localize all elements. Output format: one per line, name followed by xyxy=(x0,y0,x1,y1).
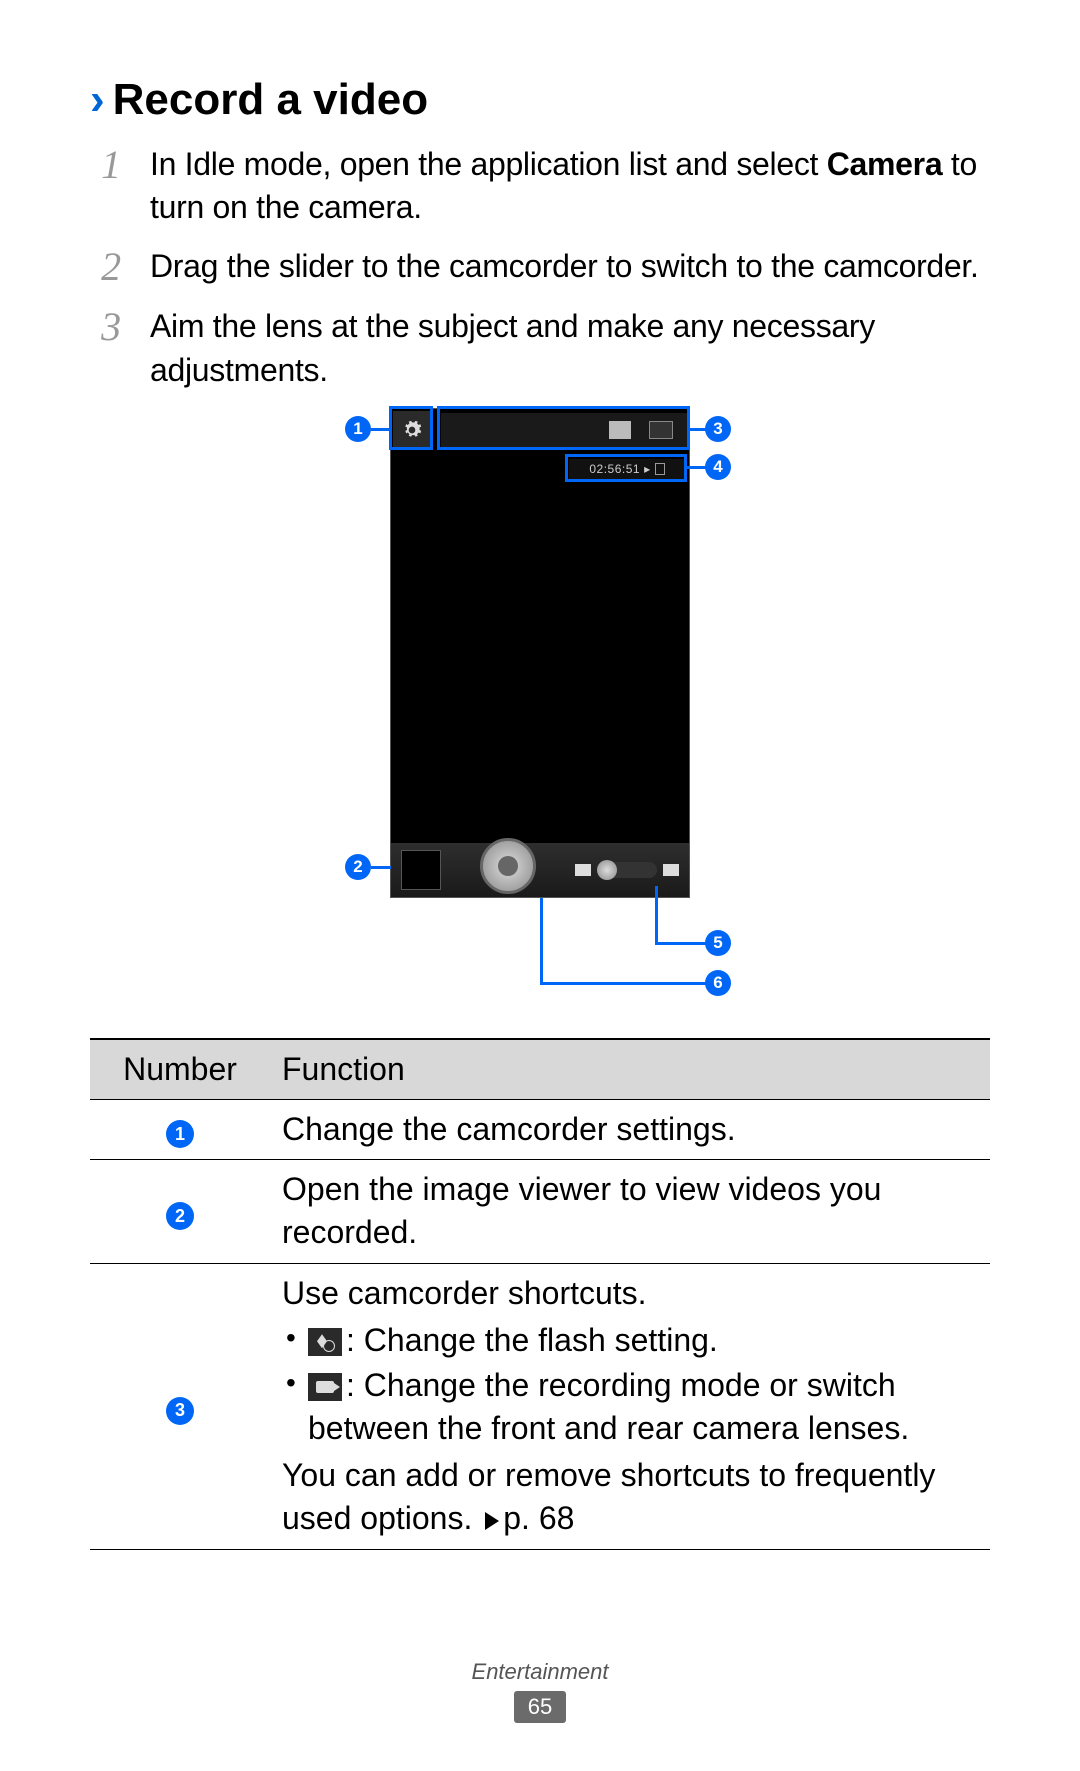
page-number: 65 xyxy=(514,1691,566,1723)
step-number: 1 xyxy=(90,143,132,187)
callout-3: 3 xyxy=(705,416,731,442)
row-function: Use camcorder shortcuts. : Change the fl… xyxy=(270,1263,990,1549)
mode-slider[interactable] xyxy=(575,862,679,878)
camcorder-figure: 02:56:51 ▸ 1 3 4 2 5 6 xyxy=(245,408,835,1008)
bullet-item: : Change the flash setting. xyxy=(282,1319,978,1362)
step-text: Aim the lens at the subject and make any… xyxy=(150,305,990,391)
chevron-icon: › xyxy=(90,75,105,125)
gallery-thumbnail[interactable] xyxy=(401,850,441,890)
camcorder-mode-icon xyxy=(308,1373,342,1401)
row-callout: 3 xyxy=(166,1397,194,1425)
step-item: 1 In Idle mode, open the application lis… xyxy=(90,143,990,229)
footer-section-label: Entertainment xyxy=(0,1659,1080,1685)
table-row: 2 Open the image viewer to view videos y… xyxy=(90,1160,990,1263)
leader-line xyxy=(540,982,707,985)
record-button[interactable] xyxy=(480,838,536,894)
step-text: Drag the slider to the camcorder to swit… xyxy=(150,245,979,288)
leader-line xyxy=(686,466,706,469)
leader-line xyxy=(371,866,391,869)
bullet-item: : Change the recording mode or switch be… xyxy=(282,1364,978,1450)
gear-icon xyxy=(402,420,422,440)
heading-text: Record a video xyxy=(113,75,428,125)
row-function: Open the image viewer to view videos you… xyxy=(270,1160,990,1263)
storage-icon xyxy=(655,463,665,475)
table-header-number: Number xyxy=(90,1039,270,1100)
function-table: Number Function 1 Change the camcorder s… xyxy=(90,1038,990,1550)
recording-time-remaining: 02:56:51 ▸ xyxy=(569,459,685,479)
callout-5: 5 xyxy=(705,930,731,956)
camera-icon xyxy=(663,864,679,876)
step-item: 3 Aim the lens at the subject and make a… xyxy=(90,305,990,391)
reference-arrow-icon xyxy=(485,1512,499,1530)
callout-6: 6 xyxy=(705,970,731,996)
leader-line xyxy=(371,428,391,431)
phone-screenshot: 02:56:51 ▸ xyxy=(390,408,690,898)
table-row: 1 Change the camcorder settings. xyxy=(90,1099,990,1159)
camcorder-mode-icon[interactable] xyxy=(649,421,673,439)
table-row: 3 Use camcorder shortcuts. : Change the … xyxy=(90,1263,990,1549)
leader-line xyxy=(655,942,707,945)
flash-off-icon xyxy=(308,1328,342,1356)
leader-line xyxy=(540,898,543,985)
callout-1: 1 xyxy=(345,416,371,442)
callout-2: 2 xyxy=(345,854,371,880)
settings-button[interactable] xyxy=(393,411,431,449)
step-number: 2 xyxy=(90,245,132,289)
section-heading: › Record a video xyxy=(90,75,990,125)
flash-off-icon[interactable] xyxy=(609,421,631,439)
bottom-toolbar xyxy=(391,843,689,897)
leader-line xyxy=(655,886,658,945)
callout-4: 4 xyxy=(705,454,731,480)
step-number: 3 xyxy=(90,305,132,349)
table-header-function: Function xyxy=(270,1039,990,1100)
row-callout: 1 xyxy=(166,1120,194,1148)
row-function: Change the camcorder settings. xyxy=(270,1099,990,1159)
camcorder-icon xyxy=(575,864,591,876)
step-text: In Idle mode, open the application list … xyxy=(150,143,990,229)
play-caret-icon: ▸ xyxy=(644,462,651,476)
page-footer: Entertainment 65 xyxy=(0,1659,1080,1723)
record-dot-icon xyxy=(498,856,518,876)
row-callout: 2 xyxy=(166,1202,194,1230)
step-list: 1 In Idle mode, open the application lis… xyxy=(90,143,990,392)
step-item: 2 Drag the slider to the camcorder to sw… xyxy=(90,245,990,289)
shortcut-bar[interactable] xyxy=(441,413,687,447)
